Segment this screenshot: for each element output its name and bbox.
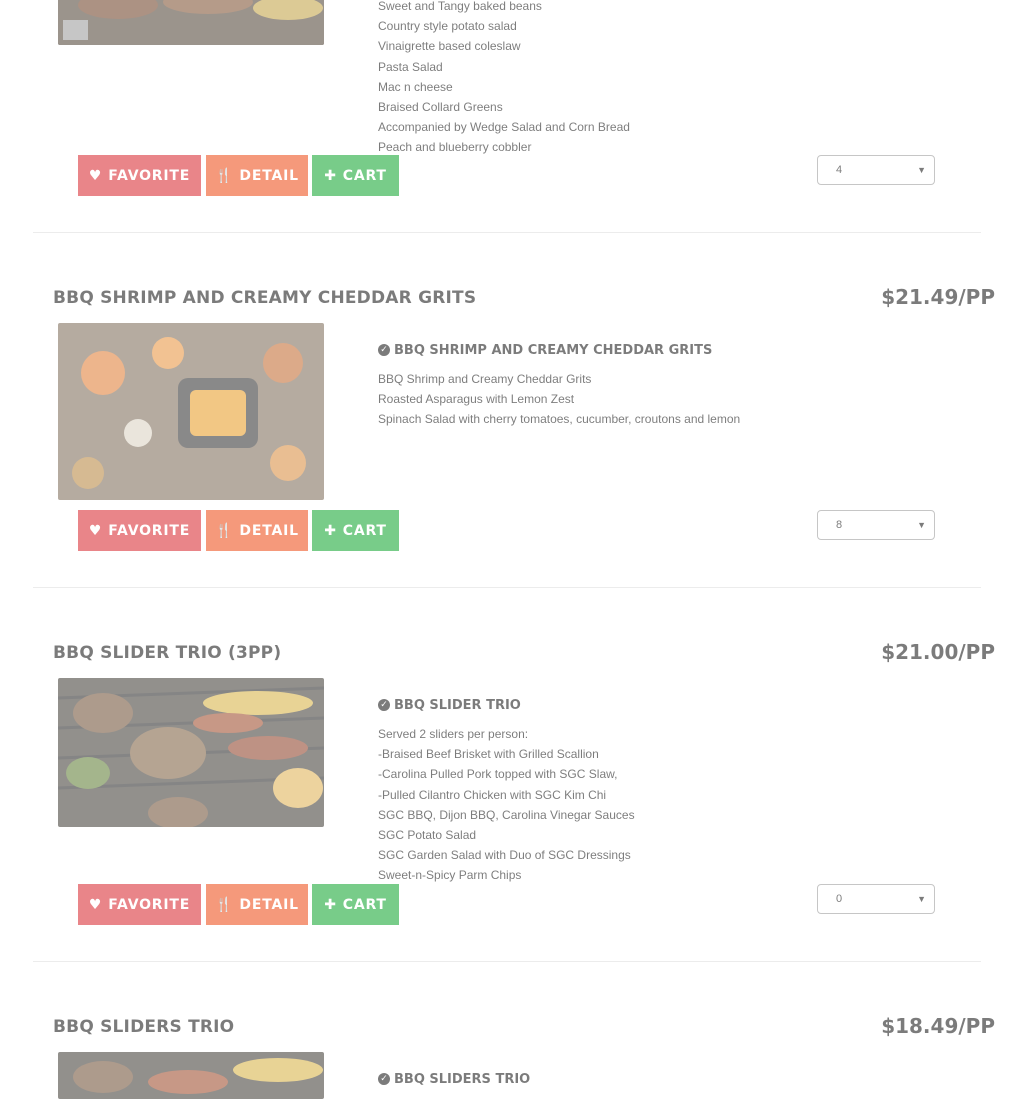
- item-lines: Served 2 sliders per person: -Braised Be…: [378, 724, 938, 886]
- item-title[interactable]: BBQ SLIDER TRIO (3PP): [53, 643, 281, 663]
- grill-photo-art: [58, 1052, 324, 1099]
- desc-line: Served 2 sliders per person:: [378, 727, 529, 741]
- desc-line: -Pulled Cilantro Chicken with SGC Kim Ch…: [378, 787, 607, 802]
- item-description: Sweet and Tangy baked beans Country styl…: [378, 0, 938, 158]
- item-description: ✓ BBQ SHRIMP AND CREAMY CHEDDAR GRITS BB…: [378, 340, 938, 430]
- detail-label: DETAIL: [239, 167, 299, 184]
- cutlery-icon: 🍴: [215, 522, 234, 539]
- check-circle-icon: ✓: [378, 344, 390, 356]
- heart-icon: ♥: [88, 167, 103, 184]
- desc-line: Sweet and Tangy baked beans: [378, 0, 542, 13]
- item-price: $21.49/PP: [881, 285, 995, 309]
- desc-line: Country style potato salad: [378, 19, 517, 34]
- item-title[interactable]: BBQ SHRIMP AND CREAMY CHEDDAR GRITS: [53, 288, 476, 308]
- desc-line: SGC BBQ, Dijon BBQ, Carolina Vinegar Sau…: [378, 807, 635, 822]
- autumn-soup-photo-art: [58, 323, 324, 500]
- quantity-select[interactable]: 4 ▼: [817, 155, 935, 185]
- check-circle-icon: ✓: [378, 1073, 390, 1085]
- desc-line: Vinaigrette based coleslaw: [378, 39, 521, 54]
- item-description: ✓ BBQ SLIDERS TRIO: [378, 1069, 938, 1089]
- heart-icon: ♥: [88, 896, 103, 913]
- heart-icon: ♥: [88, 522, 103, 539]
- desc-title-text: BBQ SLIDERS TRIO: [394, 1071, 531, 1087]
- cutlery-icon: 🍴: [215, 167, 234, 184]
- menu-list: Sweet and Tangy baked beans Country styl…: [0, 0, 1030, 1099]
- add-to-cart-button[interactable]: ✚ CART: [312, 155, 399, 196]
- item-photo[interactable]: [58, 0, 324, 45]
- desc-line: SGC Garden Salad with Duo of SGC Dressin…: [378, 848, 631, 863]
- quantity-select[interactable]: 0 ▼: [817, 884, 935, 914]
- item-photo[interactable]: [58, 1052, 324, 1099]
- desc-line: Spinach Salad with cherry tomatoes, cucu…: [378, 412, 741, 427]
- item-lines: BBQ Shrimp and Creamy Cheddar Grits Roas…: [378, 369, 938, 430]
- item-description: ✓ BBQ SLIDER TRIO Served 2 sliders per p…: [378, 695, 938, 886]
- cart-label: CART: [342, 167, 387, 184]
- item-description-title: ✓ BBQ SLIDERS TRIO: [378, 1069, 938, 1089]
- grill-photo-art: [58, 678, 324, 827]
- quantity-select[interactable]: 8 ▼: [817, 510, 935, 540]
- item-price: $18.49/PP: [881, 1014, 995, 1038]
- favorite-button[interactable]: ♥ FAVORITE: [78, 510, 201, 551]
- cutlery-icon: 🍴: [215, 896, 234, 913]
- item-photo[interactable]: [58, 323, 324, 500]
- quantity-value: 0: [836, 893, 843, 905]
- desc-line: Mac n cheese: [378, 79, 453, 94]
- desc-line: Accompanied by Wedge Salad and Corn Brea…: [378, 120, 630, 135]
- desc-title-text: BBQ SHRIMP AND CREAMY CHEDDAR GRITS: [394, 342, 713, 358]
- desc-line: Sweet-n-Spicy Parm Chips: [378, 868, 522, 883]
- divider: [33, 587, 981, 588]
- add-to-cart-button[interactable]: ✚ CART: [312, 884, 399, 925]
- item-description-title: ✓ BBQ SLIDER TRIO: [378, 695, 938, 715]
- favorite-label: FAVORITE: [108, 896, 191, 913]
- detail-button[interactable]: 🍴 DETAIL: [206, 510, 308, 551]
- desc-line: Roasted Asparagus with Lemon Zest: [378, 392, 575, 407]
- item-photo[interactable]: [58, 678, 324, 827]
- add-to-cart-button[interactable]: ✚ CART: [312, 510, 399, 551]
- desc-line: -Carolina Pulled Pork topped with SGC Sl…: [378, 767, 618, 782]
- detail-button[interactable]: 🍴 DETAIL: [206, 155, 308, 196]
- desc-line: Pasta Salad: [378, 59, 443, 74]
- favorite-button[interactable]: ♥ FAVORITE: [78, 884, 201, 925]
- cart-label: CART: [342, 896, 387, 913]
- desc-title-text: BBQ SLIDER TRIO: [394, 697, 521, 713]
- plus-icon: ✚: [324, 167, 337, 184]
- chevron-down-icon: ▼: [917, 894, 926, 904]
- chevron-down-icon: ▼: [917, 520, 926, 530]
- quantity-value: 4: [836, 164, 843, 176]
- item-lines: Sweet and Tangy baked beans Country styl…: [378, 0, 938, 158]
- item-title[interactable]: BBQ SLIDERS TRIO: [53, 1017, 234, 1037]
- divider: [33, 232, 981, 233]
- detail-button[interactable]: 🍴 DETAIL: [206, 884, 308, 925]
- plus-icon: ✚: [324, 522, 337, 539]
- favorite-button[interactable]: ♥ FAVORITE: [78, 155, 201, 196]
- item-description-title: ✓ BBQ SHRIMP AND CREAMY CHEDDAR GRITS: [378, 340, 938, 360]
- grill-photo-art: [58, 0, 324, 45]
- chevron-down-icon: ▼: [917, 165, 926, 175]
- desc-line: -Braised Beef Brisket with Grilled Scall…: [378, 747, 599, 762]
- favorite-label: FAVORITE: [108, 167, 191, 184]
- check-circle-icon: ✓: [378, 699, 390, 711]
- desc-line: Braised Collard Greens: [378, 100, 503, 115]
- desc-line: BBQ Shrimp and Creamy Cheddar Grits: [378, 372, 592, 386]
- quantity-value: 8: [836, 519, 843, 531]
- favorite-label: FAVORITE: [108, 522, 191, 539]
- plus-icon: ✚: [324, 896, 337, 913]
- divider: [33, 961, 981, 962]
- desc-line: SGC Potato Salad: [378, 828, 477, 843]
- detail-label: DETAIL: [239, 522, 299, 539]
- detail-label: DETAIL: [239, 896, 299, 913]
- cart-label: CART: [342, 522, 387, 539]
- item-price: $21.00/PP: [881, 640, 995, 664]
